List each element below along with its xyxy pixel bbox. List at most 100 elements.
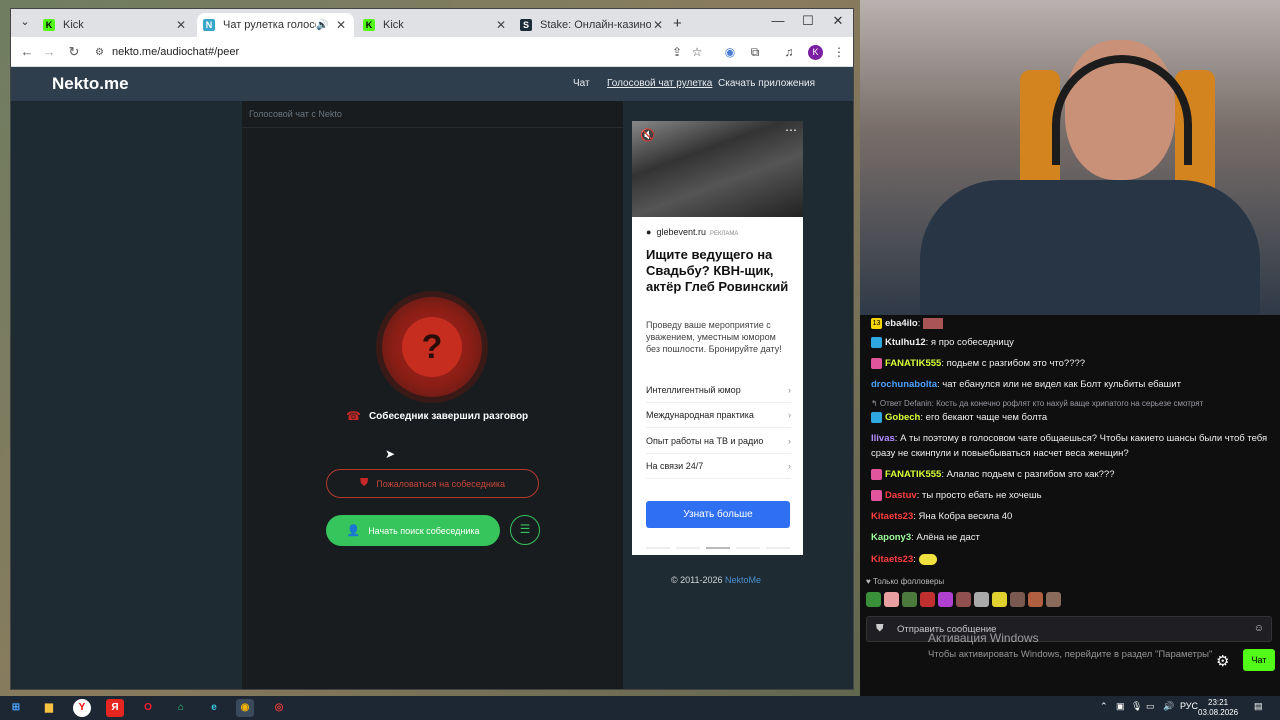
ad-source[interactable]: ● glebevent.ru РЕКЛАМА bbox=[646, 227, 738, 237]
copyright-brand-link[interactable]: NektoMe bbox=[725, 575, 761, 585]
file-explorer-icon[interactable]: ▆ bbox=[40, 699, 58, 717]
ad-title[interactable]: Ищите ведущего на Свадьбу? КВН-щик, актё… bbox=[646, 247, 792, 295]
close-window-icon[interactable]: ✕ bbox=[823, 13, 853, 29]
edge-icon[interactable]: e bbox=[205, 699, 223, 717]
microphone-icon[interactable]: 🎙 bbox=[1131, 701, 1142, 712]
minimize-icon[interactable]: — bbox=[763, 13, 793, 28]
reload-icon[interactable]: ↻ bbox=[66, 44, 82, 60]
emote-icon[interactable] bbox=[938, 592, 953, 607]
tab-search-icon[interactable]: ⌄ bbox=[17, 15, 33, 31]
menu-dots-icon[interactable]: ⋮ bbox=[831, 45, 847, 59]
app-icon[interactable]: ⌂ bbox=[172, 699, 190, 717]
gear-icon[interactable]: ⚙ bbox=[1216, 652, 1229, 670]
chat-username[interactable]: drochunabolta bbox=[871, 379, 937, 390]
chat-username[interactable]: FANATIK555 bbox=[885, 358, 941, 369]
emote-icon[interactable] bbox=[902, 592, 917, 607]
chat-username[interactable]: Kitaets23 bbox=[871, 554, 913, 565]
emote-icon[interactable] bbox=[884, 592, 899, 607]
start-search-button[interactable]: 👤 Начать поиск собеседника bbox=[326, 515, 500, 546]
emote-icon[interactable] bbox=[920, 592, 935, 607]
chat-username[interactable]: Ktulhu12 bbox=[885, 337, 926, 348]
back-icon[interactable]: ← bbox=[19, 44, 35, 59]
chat-username[interactable]: eba4ilo bbox=[885, 318, 918, 329]
ad-link-item[interactable]: На связи 24/7 › bbox=[646, 454, 791, 479]
ad-link-item[interactable]: Международная практика › bbox=[646, 403, 791, 428]
tab-stake[interactable]: S Stake: Онлайн-казино и став ✕ bbox=[514, 13, 671, 37]
language-indicator[interactable]: РУС bbox=[1180, 701, 1198, 711]
emote-icon[interactable] bbox=[866, 592, 881, 607]
site-info-icon[interactable]: ⚙ bbox=[95, 47, 104, 58]
emote-icon[interactable] bbox=[1010, 592, 1025, 607]
notifications-icon[interactable]: ▤ bbox=[1254, 701, 1263, 712]
chat-username[interactable]: Dastuv bbox=[885, 490, 917, 501]
ad-video-image[interactable]: 🔇 ⋯ bbox=[632, 121, 803, 217]
carousel-dot[interactable] bbox=[706, 547, 730, 549]
chat-input[interactable]: ⛊ Отправить сообщение ☺ bbox=[866, 616, 1272, 642]
clock[interactable]: 23:21 03.08.2026 bbox=[1198, 698, 1238, 718]
close-icon[interactable]: ✕ bbox=[334, 18, 348, 32]
chat-username[interactable]: Gobech bbox=[885, 412, 920, 423]
ad-cta-button[interactable]: Узнать больше bbox=[646, 501, 790, 528]
advertisement[interactable]: 🔇 ⋯ ● glebevent.ru РЕКЛАМА Ищите ведущего … bbox=[632, 121, 803, 555]
reply-context[interactable]: ↰ Ответ Defanin: Кость да конечно рофлят… bbox=[871, 399, 1203, 408]
call-ended-status: ☎ Собеседник завершил разговор bbox=[346, 409, 528, 423]
nav-chat[interactable]: Чат bbox=[573, 78, 590, 89]
yandex-icon[interactable]: Я bbox=[106, 699, 124, 717]
emote-icon[interactable] bbox=[992, 592, 1007, 607]
emote-icon[interactable] bbox=[1028, 592, 1043, 607]
carousel-dot[interactable] bbox=[736, 547, 760, 549]
carousel-dot[interactable] bbox=[646, 547, 670, 549]
question-icon: ? bbox=[402, 317, 462, 377]
emote-icon[interactable] bbox=[1046, 592, 1061, 607]
emote-icon[interactable] bbox=[974, 592, 989, 607]
nav-voice-chat[interactable]: Голосовой чат рулетка bbox=[607, 78, 712, 89]
windows-start-icon[interactable]: ⊞ bbox=[7, 699, 25, 717]
carousel-dot[interactable] bbox=[676, 547, 700, 549]
close-icon[interactable]: ✕ bbox=[651, 18, 665, 32]
extensions-icon[interactable]: ⧉ bbox=[747, 45, 763, 60]
maximize-icon[interactable]: ☐ bbox=[793, 13, 823, 29]
ad-link-item[interactable]: Интеллигентный юмор › bbox=[646, 378, 791, 403]
tray-chevron-icon[interactable]: ⌃ bbox=[1100, 701, 1108, 712]
chat-username[interactable]: Kitaets23 bbox=[871, 511, 913, 522]
tab-kick-1[interactable]: K Kick ✕ bbox=[37, 13, 194, 37]
new-tab-button[interactable]: + bbox=[673, 15, 682, 32]
forward-icon[interactable]: → bbox=[41, 44, 57, 59]
tab-kick-2[interactable]: K Kick ✕ bbox=[357, 13, 514, 37]
speaker-icon[interactable]: 🔊 bbox=[316, 20, 330, 31]
chat-username[interactable]: FANATIK555 bbox=[885, 469, 941, 480]
settings-sliders-button[interactable]: ☰ bbox=[510, 515, 540, 545]
chat-text: его бекают чаще чем болта bbox=[925, 412, 1048, 423]
close-icon[interactable]: ✕ bbox=[174, 18, 188, 32]
emoji-icon[interactable]: ☺ bbox=[1254, 623, 1264, 634]
emote-icon[interactable] bbox=[956, 592, 971, 607]
mouse-cursor-icon: ➤ bbox=[385, 447, 396, 461]
close-icon[interactable]: ✕ bbox=[494, 18, 508, 32]
volume-icon[interactable]: 🔊 bbox=[1163, 701, 1174, 712]
network-icon[interactable]: ▭ bbox=[1146, 701, 1155, 712]
obs-icon[interactable]: ◎ bbox=[270, 699, 288, 717]
nav-download-apps[interactable]: Скачать приложения bbox=[718, 78, 815, 89]
media-control-icon[interactable]: ♫ bbox=[781, 45, 797, 59]
url-field[interactable]: ⚙ nekto.me/audiochat#/peer bbox=[95, 42, 715, 62]
opera-icon[interactable]: O bbox=[139, 699, 157, 717]
more-dots-icon[interactable]: ⋯ bbox=[785, 123, 797, 137]
copyright: © 2011-2026 NektoMe bbox=[671, 575, 761, 585]
carousel-dot[interactable] bbox=[766, 547, 790, 549]
chat-username[interactable]: Kapony3 bbox=[871, 532, 911, 543]
install-icon[interactable]: ⇪ bbox=[669, 45, 685, 59]
ad-link-item[interactable]: Опыт работы на ТВ и радио › bbox=[646, 429, 791, 454]
profile-avatar[interactable]: K bbox=[808, 45, 823, 60]
tab-nekto[interactable]: N Чат рулетка голосовая — 🔊 ✕ bbox=[197, 13, 354, 37]
extension-vpn-icon[interactable]: ◉ bbox=[722, 45, 738, 59]
muted-speaker-icon[interactable]: 🔇 bbox=[640, 128, 655, 142]
chevron-right-icon: › bbox=[788, 410, 791, 420]
chat-username[interactable]: Ilivas bbox=[871, 433, 895, 444]
site-logo[interactable]: Nekto.me bbox=[52, 74, 129, 94]
tray-app-icon[interactable]: ▣ bbox=[1116, 701, 1125, 712]
report-button[interactable]: ⛊ Пожаловаться на собеседника bbox=[326, 469, 539, 498]
bookmark-star-icon[interactable]: ☆ bbox=[689, 45, 705, 59]
chrome-icon[interactable]: ◉ bbox=[236, 699, 254, 717]
yandex-browser-icon[interactable]: Y bbox=[73, 699, 91, 717]
send-chat-button[interactable]: Чат bbox=[1243, 649, 1275, 671]
